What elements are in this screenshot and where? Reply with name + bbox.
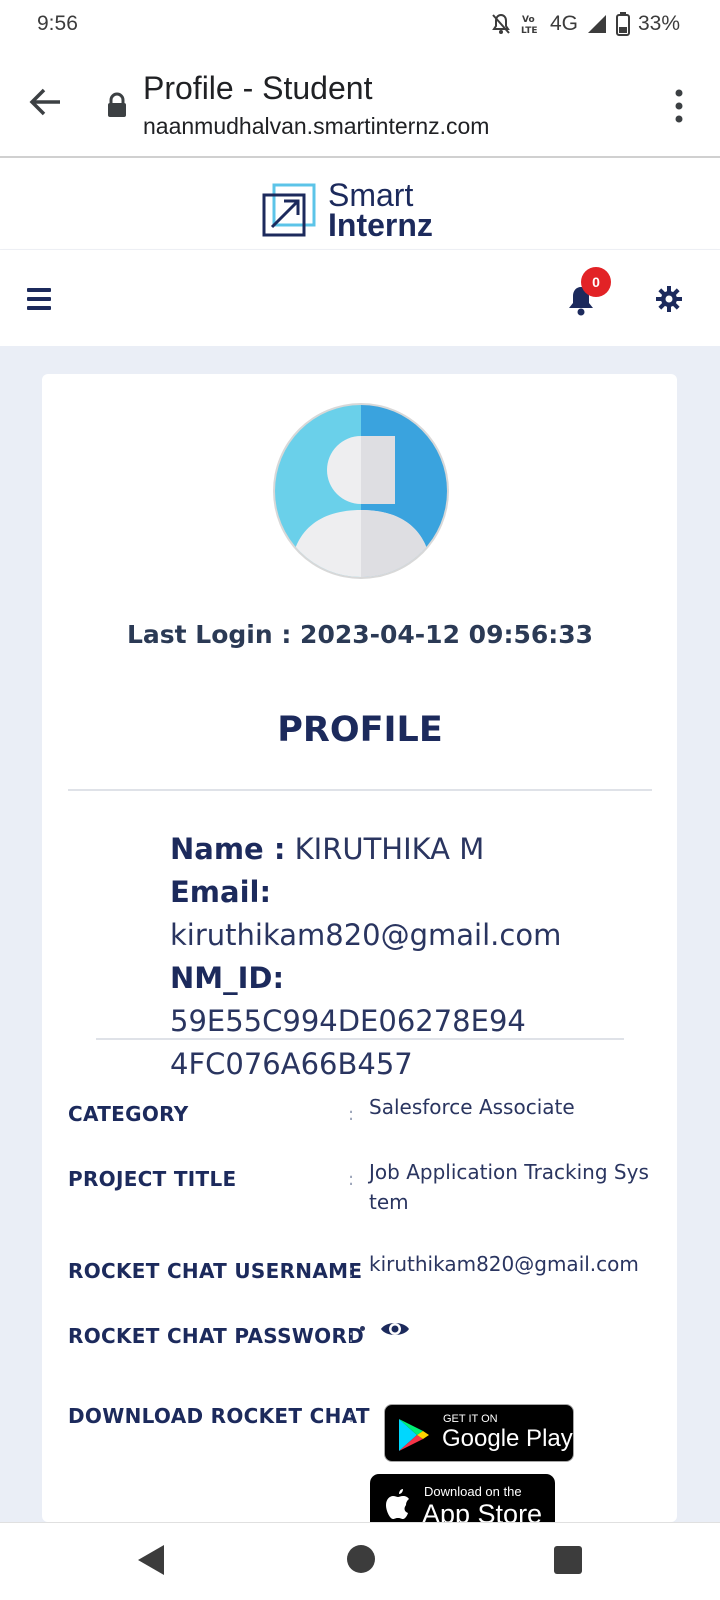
divider: [68, 789, 652, 791]
overflow-menu-icon[interactable]: [672, 88, 686, 124]
status-icons: Vo LTE 4G 33%: [490, 12, 680, 36]
svg-text:LTE: LTE: [521, 26, 538, 36]
nav-home-icon[interactable]: [347, 1545, 375, 1573]
logo-text: Smart Internz: [328, 177, 433, 243]
email-label: Email:: [170, 875, 272, 909]
identity-block: Name : KIRUTHIKA M Email: kiruthikam820@…: [170, 828, 640, 1086]
rocket-chat-password-label: ROCKET CHAT PASSWORD: [68, 1324, 365, 1348]
rocket-chat-username-label: ROCKET CHAT USERNAME: [68, 1259, 363, 1283]
notification-badge[interactable]: 0: [581, 267, 611, 297]
colon: :: [348, 1104, 355, 1125]
colon: :: [348, 1169, 355, 1190]
signal-icon: [587, 15, 606, 33]
apple-icon: [386, 1489, 409, 1519]
project-value: Job Application Tracking Sys tem: [369, 1157, 659, 1217]
colon: :: [348, 1326, 355, 1347]
page-title: Profile - Student: [143, 70, 373, 106]
colon: :: [348, 1261, 355, 1282]
colon: :: [348, 1406, 355, 1427]
status-time: 9:56: [37, 12, 78, 35]
category-label: CATEGORY: [68, 1102, 189, 1126]
category-value: Salesforce Associate: [369, 1095, 575, 1119]
logo-mark-icon: [262, 183, 316, 237]
back-arrow-icon[interactable]: [26, 82, 66, 122]
page-url[interactable]: naanmudhalvan.smartinternz.com: [143, 113, 489, 140]
password-mask: [360, 1326, 365, 1331]
last-login-text: Last Login : 2023-04-12 09:56:33: [126, 620, 594, 649]
nmid-value-line2: 4FC076A66B457: [170, 1047, 413, 1081]
avatar-icon: [273, 403, 449, 579]
svg-text:Vo: Vo: [522, 15, 535, 25]
volte-icon: Vo LTE: [521, 15, 538, 36]
google-play-button[interactable]: GET IT ON Google Play: [384, 1404, 574, 1462]
eye-icon[interactable]: [380, 1318, 410, 1340]
gear-icon[interactable]: [656, 286, 682, 312]
mute-bell-icon: [492, 13, 510, 34]
smartinternz-logo[interactable]: Smart Internz: [262, 177, 433, 243]
site-navbar: [0, 250, 720, 346]
logo-line1: Smart: [328, 177, 414, 213]
divider: [96, 1038, 624, 1040]
logo-line2: Internz: [328, 207, 433, 243]
download-rocket-chat-label: DOWNLOAD ROCKET CHAT: [68, 1404, 370, 1428]
name-value: KIRUTHIKA M: [294, 832, 485, 866]
status-bar: 9:56 Vo LTE 4G 33%: [0, 0, 720, 52]
app-store-small-text: Download on the: [424, 1484, 522, 1499]
network-type: 4G: [549, 12, 578, 35]
hamburger-menu-icon[interactable]: [27, 288, 51, 310]
project-label: PROJECT TITLE: [68, 1167, 237, 1191]
nav-recents-icon[interactable]: [554, 1546, 582, 1574]
project-value-line1: Job Application Tracking Sys: [369, 1160, 649, 1184]
google-play-small-text: GET IT ON: [443, 1413, 498, 1425]
rocket-chat-username-value: kiruthikam820@gmail.com: [369, 1252, 639, 1276]
battery-icon: [615, 12, 630, 36]
google-play-big-text: Google Play: [442, 1425, 573, 1452]
lock-icon[interactable]: [106, 92, 128, 118]
nmid-label: NM_ID:: [170, 961, 285, 995]
nmid-value-line1: 59E55C994DE06278E94: [170, 1004, 526, 1038]
nav-back-icon[interactable]: [136, 1543, 166, 1577]
browser-toolbar: Profile - Student naanmudhalvan.smartint…: [0, 52, 720, 158]
email-value: kiruthikam820@gmail.com: [170, 918, 562, 952]
google-play-icon: [399, 1419, 429, 1451]
profile-heading: PROFILE: [277, 710, 443, 750]
name-label: Name :: [170, 832, 286, 866]
project-value-line2: tem: [369, 1190, 409, 1214]
battery-percent: 33%: [637, 12, 680, 35]
